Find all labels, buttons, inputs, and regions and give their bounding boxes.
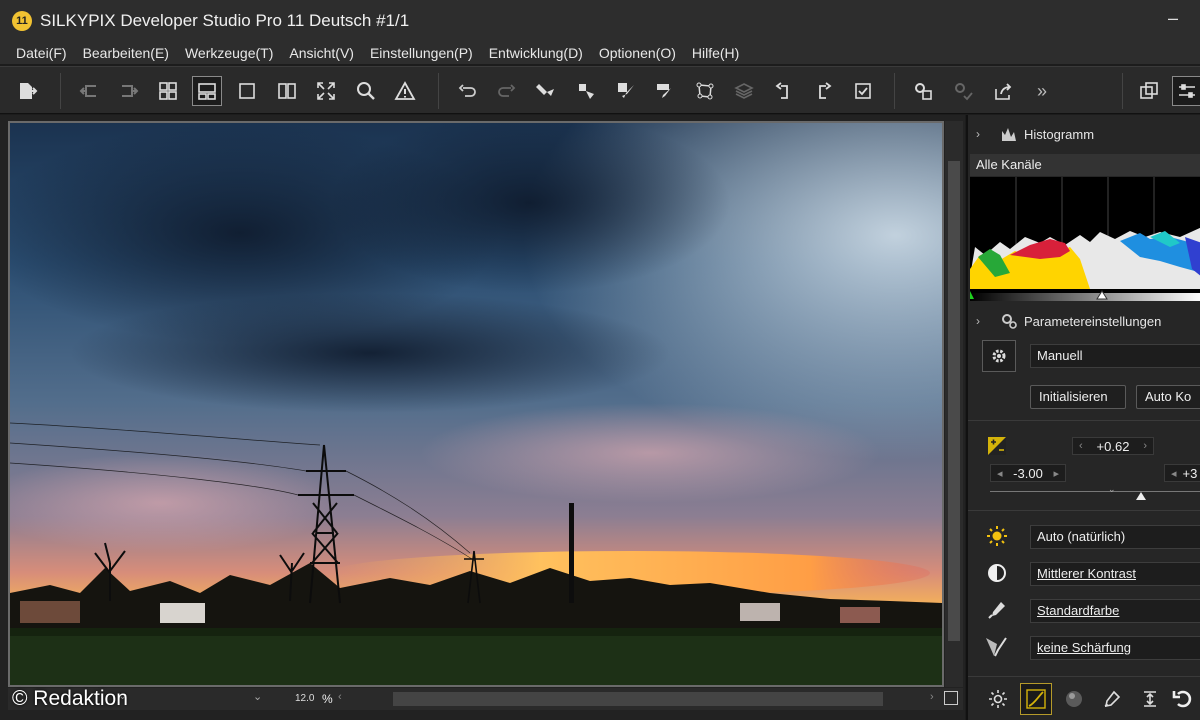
lens-correction-icon[interactable]: [1134, 683, 1166, 715]
rotate-right-icon[interactable]: [808, 76, 838, 106]
photo-viewer: ⌄ ⌄ 12.0 % ‹ ›: [0, 115, 965, 720]
histogram-slider[interactable]: [970, 289, 1200, 301]
control-panel: › Histogramm Alle Kanäle › Parametereins…: [966, 115, 1200, 720]
minimize-button[interactable]: –: [1168, 8, 1178, 29]
undo-icon[interactable]: [452, 76, 482, 106]
copyright-watermark: © Redaktion: [12, 687, 128, 710]
title-bar: 11 SILKYPIX Developer Studio Pro 11 Deut…: [0, 0, 1200, 42]
paste-develop-icon[interactable]: [571, 76, 601, 106]
sphere-icon[interactable]: [1058, 683, 1090, 715]
preset-select[interactable]: Manuell: [1030, 344, 1200, 368]
histogram-chart: [970, 177, 1200, 295]
contrast-icon: [984, 560, 1010, 586]
menu-einstellungen[interactable]: Einstellungen(P): [370, 45, 473, 61]
color-dropper-icon: [984, 597, 1010, 623]
chevron-down-icon: ⌄: [1108, 484, 1116, 494]
initialize-button[interactable]: Initialisieren: [1030, 385, 1126, 409]
channel-select[interactable]: Alle Kanäle: [970, 154, 1200, 176]
params-header[interactable]: › Parametereinstellungen: [968, 308, 1200, 334]
parameters-icon: [1002, 314, 1017, 329]
zoom-unit: %: [322, 692, 333, 706]
rotate-left-icon[interactable]: [769, 76, 799, 106]
navigator-icon[interactable]: [944, 691, 958, 705]
menu-ansicht[interactable]: Ansicht(V): [289, 45, 354, 61]
exposure-range-min[interactable]: ◂ -3.00 ▸: [990, 464, 1066, 482]
thumbnail-view-icon[interactable]: [153, 76, 183, 106]
mark-check-icon[interactable]: [848, 76, 878, 106]
vertical-scrollbar[interactable]: [945, 121, 963, 687]
exposure-icon: [984, 433, 1010, 459]
export-icon[interactable]: [12, 76, 42, 106]
zoom-dropdown-icon[interactable]: ⌄: [253, 690, 262, 703]
scroll-left-icon[interactable]: ‹: [338, 691, 342, 703]
menu-hilfe[interactable]: Hilfe(H): [692, 45, 739, 61]
menu-bearbeiten[interactable]: Bearbeiten(E): [83, 45, 169, 61]
fine-color-icon[interactable]: [1096, 683, 1128, 715]
exposure-bias-icon[interactable]: [982, 683, 1014, 715]
next-photo-icon[interactable]: [114, 76, 144, 106]
menu-werkzeuge[interactable]: Werkzeuge(T): [185, 45, 273, 61]
share-icon[interactable]: [988, 76, 1018, 106]
photo-preview[interactable]: [8, 121, 944, 687]
sliders-icon[interactable]: [1172, 76, 1200, 106]
histogram-title: Histogramm: [1024, 126, 1095, 142]
window-title: SILKYPIX Developer Studio Pro 11 Deutsch…: [40, 11, 410, 30]
copy-develop-icon[interactable]: [531, 76, 561, 106]
white-balance-select[interactable]: Auto (natürlich): [1030, 525, 1200, 549]
sharpness-icon: [984, 634, 1010, 660]
prev-photo-icon[interactable]: [74, 76, 104, 106]
exposure-slider-track[interactable]: [990, 491, 1200, 492]
gear-icon[interactable]: [982, 340, 1016, 372]
viewer-statusbar: ⌄ ⌄ 12.0 % ‹ ›: [8, 688, 963, 710]
compare-view-icon[interactable]: [272, 76, 302, 106]
zoom-icon[interactable]: [351, 76, 381, 106]
layers-icon[interactable]: [729, 76, 759, 106]
scroll-right-icon[interactable]: ›: [930, 691, 934, 703]
chevron-right-icon: ›: [976, 127, 980, 141]
zoom-value[interactable]: 12.0: [295, 693, 314, 704]
menu-bar: Datei(F) Bearbeiten(E) Werkzeuge(T) Ansi…: [0, 42, 1200, 64]
chevron-right-icon: ›: [976, 314, 980, 328]
menu-entwicklung[interactable]: Entwicklung(D): [489, 45, 583, 61]
menu-optionen[interactable]: Optionen(O): [599, 45, 676, 61]
filmstrip-view-icon[interactable]: [192, 76, 222, 106]
exposure-range-max[interactable]: ◂ +3: [1164, 464, 1200, 482]
auto-correct-button[interactable]: Auto Ko: [1136, 385, 1200, 409]
white-balance-icon: [984, 523, 1010, 549]
horizontal-scrollbar[interactable]: [393, 692, 883, 706]
contrast-select[interactable]: Mittlerer Kontrast: [1030, 562, 1200, 586]
app-logo-icon: 11: [12, 11, 32, 31]
histogram-icon: [1002, 128, 1016, 141]
exposure-value[interactable]: ‹ +0.62 ›: [1072, 437, 1154, 455]
color-select[interactable]: Standardfarbe: [1030, 599, 1200, 623]
window-icon[interactable]: [1134, 76, 1164, 106]
bottom-toolbar: [968, 676, 1200, 720]
more-icon[interactable]: »: [1027, 76, 1057, 106]
reset-icon[interactable]: [1166, 683, 1198, 715]
crop-points-icon[interactable]: [690, 76, 720, 106]
menu-datei[interactable]: Datei(F): [16, 45, 67, 61]
redo-icon[interactable]: [492, 76, 522, 106]
toolbar: »: [0, 66, 1200, 114]
develop-settings-icon[interactable]: [948, 76, 978, 106]
fullscreen-icon[interactable]: [311, 76, 341, 106]
single-view-icon[interactable]: [232, 76, 262, 106]
histogram-header[interactable]: › Histogramm: [968, 121, 1200, 147]
exposure-slider-handle[interactable]: [1136, 492, 1146, 500]
sharpness-select[interactable]: keine Schärfung: [1030, 636, 1200, 660]
batch-develop-icon[interactable]: [908, 76, 938, 106]
params-title: Parametereinstellungen: [1024, 313, 1162, 329]
stamp-icon[interactable]: [650, 76, 680, 106]
tone-curve-icon[interactable]: [1020, 683, 1052, 715]
brush-icon[interactable]: [611, 76, 641, 106]
warning-icon[interactable]: [390, 76, 420, 106]
